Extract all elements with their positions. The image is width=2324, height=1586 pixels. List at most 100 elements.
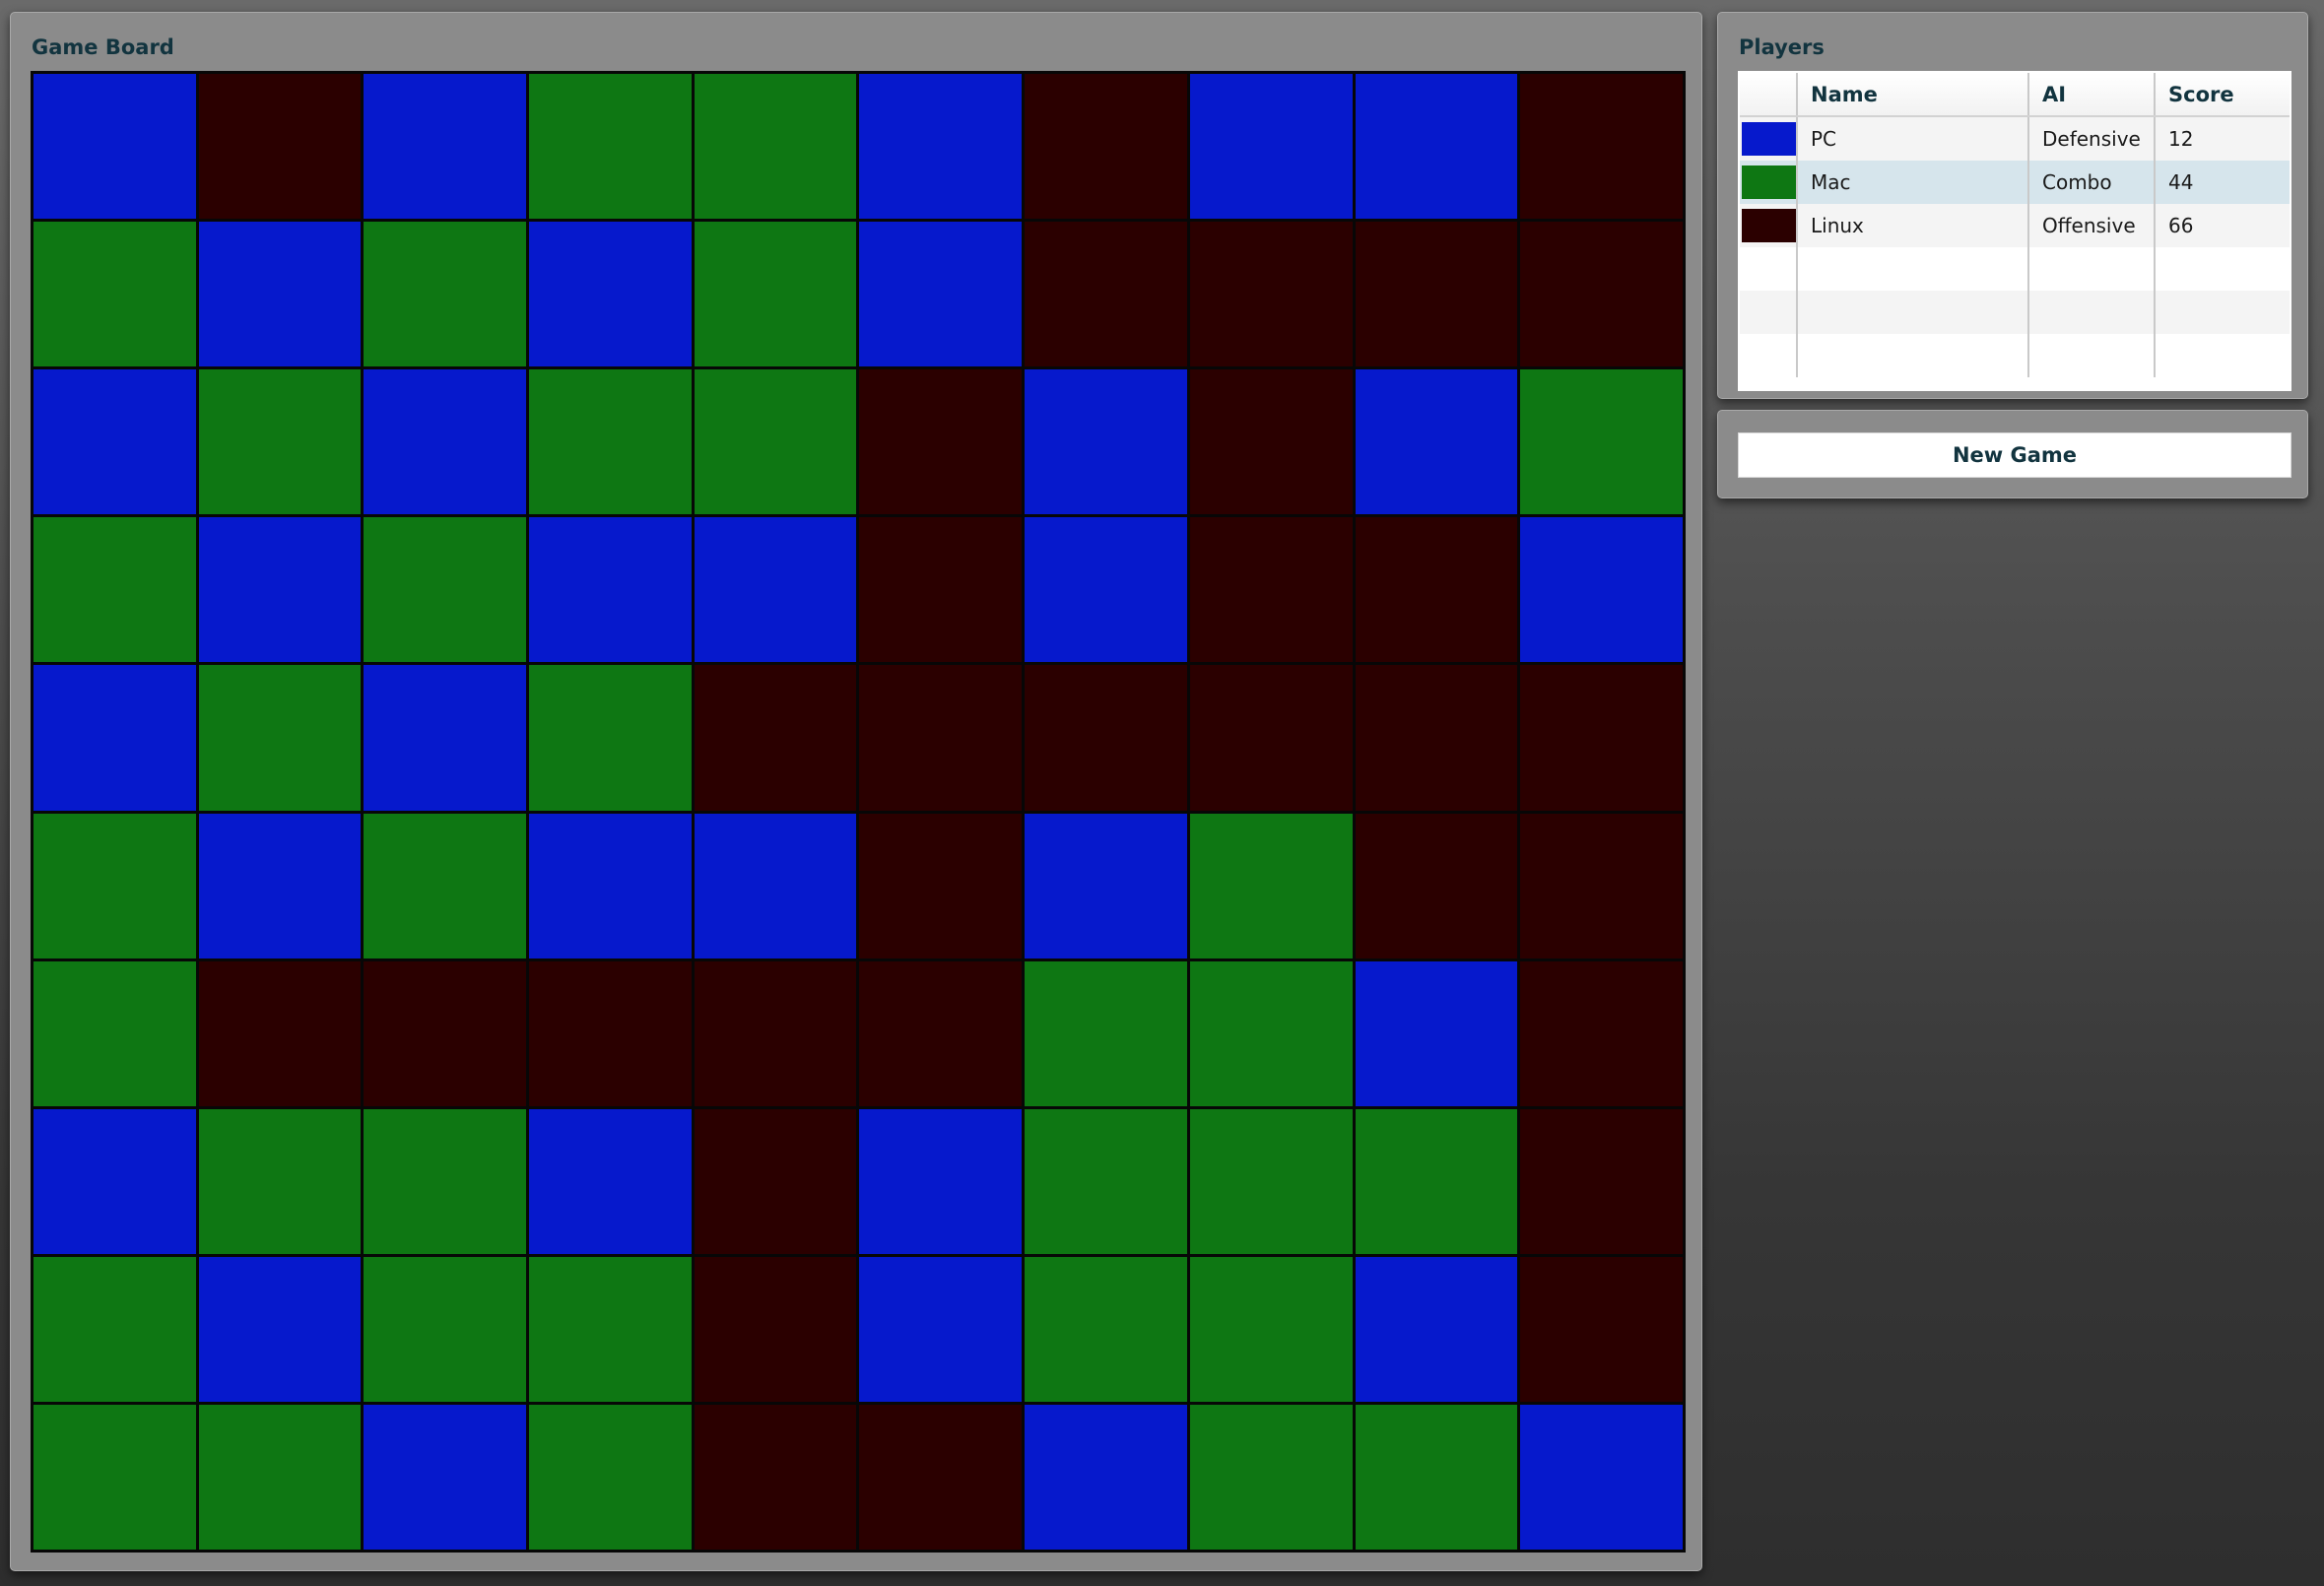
board-cell[interactable]: [859, 1404, 1023, 1550]
board-cell[interactable]: [694, 222, 857, 367]
board-cell[interactable]: [529, 222, 692, 367]
board-cell[interactable]: [1520, 369, 1683, 515]
board-cell[interactable]: [1189, 1404, 1353, 1550]
board-cell[interactable]: [364, 960, 527, 1106]
board-cell[interactable]: [364, 665, 527, 811]
board-cell[interactable]: [1355, 222, 1518, 367]
board-cell[interactable]: [33, 960, 196, 1106]
board-cell[interactable]: [1355, 1108, 1518, 1254]
board-cell[interactable]: [859, 1108, 1023, 1254]
board-cell[interactable]: [1025, 1108, 1187, 1254]
board-cell[interactable]: [694, 665, 857, 811]
board-cell[interactable]: [529, 369, 692, 515]
board-cell[interactable]: [33, 665, 196, 811]
board-cell[interactable]: [364, 517, 527, 663]
board-cell[interactable]: [859, 960, 1023, 1106]
board-cell[interactable]: [1189, 1108, 1353, 1254]
player-row[interactable]: Linux Offensive 66: [1740, 204, 2290, 247]
board-cell[interactable]: [1025, 813, 1187, 958]
board-cell[interactable]: [33, 222, 196, 367]
board-cell[interactable]: [859, 517, 1023, 663]
board-cell[interactable]: [859, 369, 1023, 515]
board-cell[interactable]: [1520, 1404, 1683, 1550]
board-cell[interactable]: [1025, 222, 1187, 367]
board-cell[interactable]: [694, 1256, 857, 1402]
name-column-header[interactable]: Name: [1797, 73, 2029, 117]
board-cell[interactable]: [198, 665, 362, 811]
board-cell[interactable]: [1520, 222, 1683, 367]
board-cell[interactable]: [198, 1256, 362, 1402]
board-cell[interactable]: [1520, 665, 1683, 811]
player-row[interactable]: [1740, 247, 2290, 291]
board-cell[interactable]: [198, 813, 362, 958]
board-cell[interactable]: [1520, 517, 1683, 663]
board-cell[interactable]: [1189, 74, 1353, 220]
board-cell[interactable]: [1355, 369, 1518, 515]
board-cell[interactable]: [1189, 960, 1353, 1106]
board-cell[interactable]: [1025, 517, 1187, 663]
score-column-header[interactable]: Score: [2155, 73, 2290, 117]
board-cell[interactable]: [694, 813, 857, 958]
board-cell[interactable]: [1520, 960, 1683, 1106]
board-cell[interactable]: [529, 74, 692, 220]
player-row[interactable]: Mac Combo 44: [1740, 161, 2290, 204]
board-cell[interactable]: [33, 813, 196, 958]
board-cell[interactable]: [1025, 1256, 1187, 1402]
board-cell[interactable]: [198, 369, 362, 515]
board-cell[interactable]: [33, 1108, 196, 1254]
board-cell[interactable]: [694, 1404, 857, 1550]
board-cell[interactable]: [198, 517, 362, 663]
board-cell[interactable]: [1025, 369, 1187, 515]
board-cell[interactable]: [364, 1108, 527, 1254]
board-cell[interactable]: [1189, 1256, 1353, 1402]
board-cell[interactable]: [694, 74, 857, 220]
board-cell[interactable]: [529, 1404, 692, 1550]
board-cell[interactable]: [1189, 369, 1353, 515]
board-cell[interactable]: [1520, 1108, 1683, 1254]
board-cell[interactable]: [529, 517, 692, 663]
board-cell[interactable]: [198, 222, 362, 367]
board-cell[interactable]: [1355, 813, 1518, 958]
board-cell[interactable]: [529, 1108, 692, 1254]
board-cell[interactable]: [529, 665, 692, 811]
board-cell[interactable]: [1520, 74, 1683, 220]
board-cell[interactable]: [198, 960, 362, 1106]
color-column-header[interactable]: [1740, 73, 1798, 117]
board-cell[interactable]: [694, 960, 857, 1106]
player-row[interactable]: [1740, 334, 2290, 377]
board-cell[interactable]: [1025, 74, 1187, 220]
board-cell[interactable]: [694, 1108, 857, 1254]
board-cell[interactable]: [529, 1256, 692, 1402]
board-cell[interactable]: [1025, 665, 1187, 811]
board-cell[interactable]: [364, 1256, 527, 1402]
board-cell[interactable]: [1189, 222, 1353, 367]
board-cell[interactable]: [198, 74, 362, 220]
board-cell[interactable]: [33, 1256, 196, 1402]
board-cell[interactable]: [1520, 813, 1683, 958]
board-cell[interactable]: [694, 517, 857, 663]
board-cell[interactable]: [859, 1256, 1023, 1402]
board-cell[interactable]: [364, 1404, 527, 1550]
board-cell[interactable]: [33, 517, 196, 663]
board-cell[interactable]: [1189, 813, 1353, 958]
board-cell[interactable]: [1355, 665, 1518, 811]
board-cell[interactable]: [694, 369, 857, 515]
player-row[interactable]: [1740, 291, 2290, 334]
board-cell[interactable]: [859, 222, 1023, 367]
player-row[interactable]: PC Defensive 12: [1740, 116, 2290, 161]
board-cell[interactable]: [1189, 665, 1353, 811]
board-cell[interactable]: [198, 1404, 362, 1550]
board-cell[interactable]: [1025, 1404, 1187, 1550]
board-cell[interactable]: [33, 369, 196, 515]
board-cell[interactable]: [1520, 1256, 1683, 1402]
board-cell[interactable]: [33, 1404, 196, 1550]
board-cell[interactable]: [529, 813, 692, 958]
board-cell[interactable]: [33, 74, 196, 220]
board-cell[interactable]: [364, 813, 527, 958]
board-cell[interactable]: [1355, 1404, 1518, 1550]
new-game-button[interactable]: New Game: [1738, 432, 2291, 478]
board-cell[interactable]: [1025, 960, 1187, 1106]
board-cell[interactable]: [529, 960, 692, 1106]
board-cell[interactable]: [859, 665, 1023, 811]
board-cell[interactable]: [859, 813, 1023, 958]
